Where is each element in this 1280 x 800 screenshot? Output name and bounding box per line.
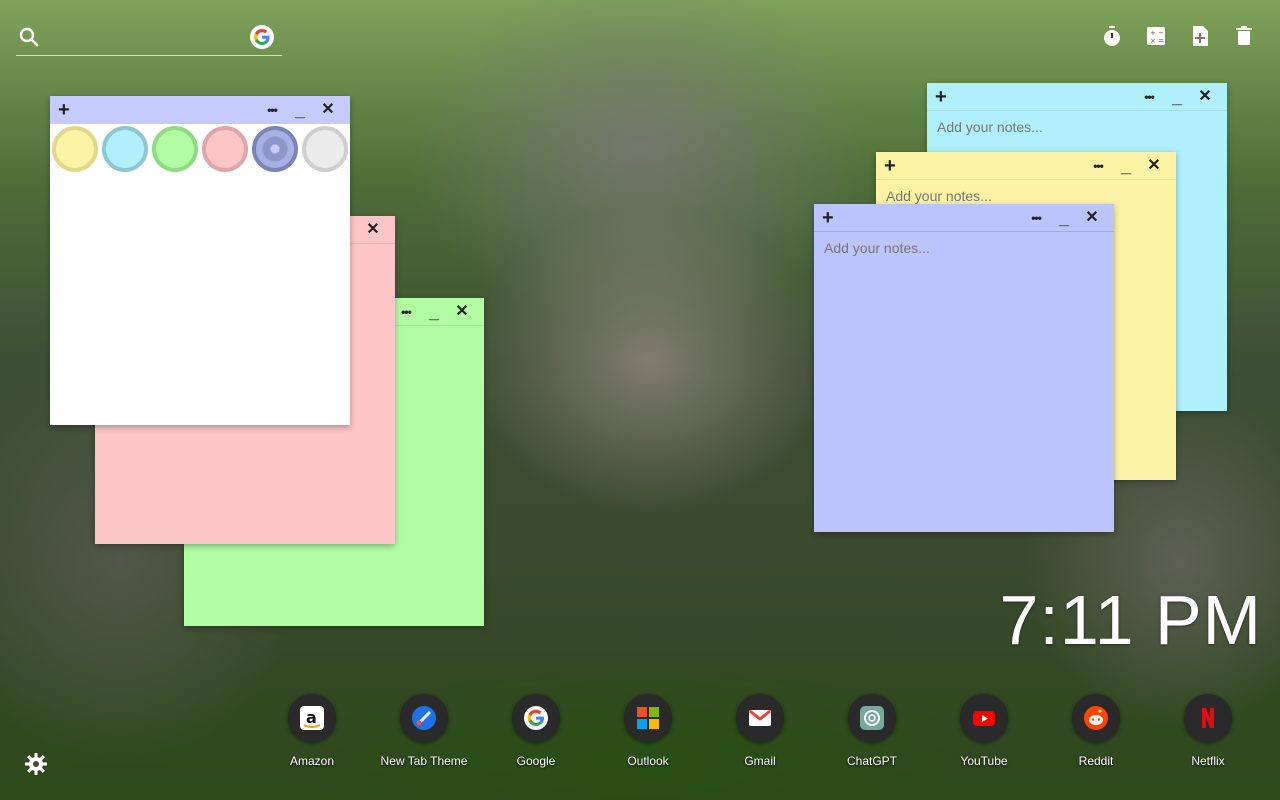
note-menu-button[interactable]: ••• [1084,160,1112,172]
reddit-icon [1072,694,1120,742]
color-picker [52,126,348,172]
minimize-button[interactable]: _ [420,303,448,321]
shortcut-label: New Tab Theme [380,754,468,768]
toolbar: + − × = [1100,24,1256,48]
shortcut-dock: a Amazon New Tab Theme Google Outlook Gm [256,694,1264,774]
note-text-area[interactable]: Add your notes... [814,232,1114,532]
microsoft-icon [624,694,672,742]
shortcut-label: Outlook [627,754,669,768]
close-button[interactable]: ✕ [1191,88,1219,105]
svg-text:a: a [306,708,317,727]
shortcut-label: Google [516,754,556,768]
color-swatch-blue[interactable] [252,126,298,172]
close-button[interactable]: ✕ [448,303,476,320]
shortcut-label: Gmail [744,754,776,768]
note-menu-button[interactable]: ••• [258,104,286,116]
shortcut-netflix[interactable]: Netflix [1152,694,1264,768]
color-swatch-pink[interactable] [202,126,248,172]
shortcut-google[interactable]: Google [480,694,592,768]
shortcut-outlook[interactable]: Outlook [592,694,704,768]
add-note-icon[interactable] [1188,24,1212,48]
shortcut-amazon[interactable]: a Amazon [256,694,368,768]
note-menu-button[interactable]: ••• [1135,91,1163,103]
shortcut-label: Netflix [1191,754,1225,768]
add-note-button[interactable]: + [822,208,834,228]
shortcut-label: YouTube [960,754,1008,768]
new-tab-theme-icon [400,694,448,742]
add-note-button[interactable]: + [884,156,896,176]
close-button[interactable]: ✕ [314,102,342,118]
note-header: + ••• _ ✕ [876,152,1176,180]
amazon-icon: a [288,694,336,742]
shortcut-new-tab-theme[interactable]: New Tab Theme [368,694,480,768]
google-search-icon[interactable] [250,25,274,49]
color-swatch-cyan[interactable] [102,126,148,172]
svg-text:+ −: + − [1150,29,1164,37]
netflix-icon [1184,694,1232,742]
close-button[interactable]: ✕ [1078,209,1106,226]
note-header: + ••• _ ✕ [927,83,1227,111]
gmail-icon [736,694,784,742]
chatgpt-icon [848,694,896,742]
shortcut-label: ChatGPT [846,754,897,768]
note-menu-button[interactable]: ••• [392,306,420,318]
shortcut-label: Reddit [1078,754,1114,768]
close-button[interactable]: ✕ [359,221,387,238]
timer-icon[interactable] [1100,24,1124,48]
note-header: + ••• _ ✕ [50,96,350,124]
color-swatch-yellow[interactable] [52,126,98,172]
shortcut-youtube[interactable]: YouTube [928,694,1040,768]
note-header: + ••• _ ✕ [814,204,1114,232]
sticky-note-blue[interactable]: + ••• _ ✕ Add your notes... [814,204,1114,532]
close-button[interactable]: ✕ [1140,157,1168,174]
minimize-button[interactable]: _ [286,101,314,119]
color-swatch-gray[interactable] [302,126,348,172]
search-bar[interactable] [16,20,282,56]
color-swatch-green[interactable] [152,126,198,172]
shortcut-gmail[interactable]: Gmail [704,694,816,768]
trash-icon[interactable] [1232,24,1256,48]
add-note-button[interactable]: + [58,100,70,120]
shortcut-reddit[interactable]: Reddit [1040,694,1152,768]
shortcut-label: Amazon [289,754,335,768]
youtube-icon [960,694,1008,742]
clock: 7:11 PM [999,581,1262,659]
minimize-button[interactable]: _ [1163,88,1191,106]
minimize-button[interactable]: _ [1050,209,1078,227]
sticky-note-white[interactable]: + ••• _ ✕ [50,96,350,425]
settings-gear-icon[interactable] [24,752,48,776]
add-note-button[interactable]: + [935,87,947,107]
google-icon [512,694,560,742]
svg-text:× =: × = [1150,37,1164,45]
search-icon[interactable] [18,26,40,48]
note-menu-button[interactable]: ••• [1022,212,1050,224]
minimize-button[interactable]: _ [1112,157,1140,175]
calculator-icon[interactable]: + − × = [1144,24,1168,48]
shortcut-chatgpt[interactable]: ChatGPT [816,694,928,768]
